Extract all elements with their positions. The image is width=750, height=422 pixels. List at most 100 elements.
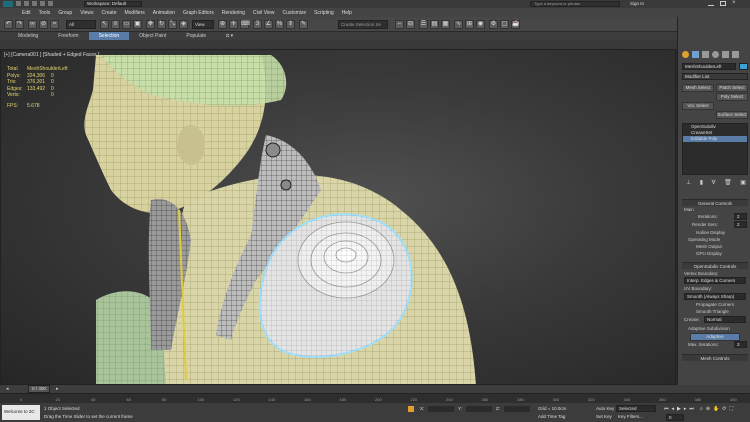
bind-space-warp-icon[interactable]: ≈ (50, 20, 59, 29)
maximize-icon[interactable] (720, 1, 726, 6)
maxscript-listener[interactable]: Welcome to 3C (2, 405, 40, 420)
curve-editor-icon[interactable]: ∿ (454, 20, 463, 29)
redo-icon[interactable] (48, 1, 53, 6)
key-filters-button[interactable]: Key Filters... (618, 414, 643, 419)
coord-x-field[interactable] (428, 406, 454, 412)
edit-named-selection-icon[interactable]: ✎ (299, 20, 308, 29)
menu-item-scripting[interactable]: Scripting (314, 10, 333, 16)
undo-icon[interactable] (40, 1, 45, 6)
modify-tab-icon[interactable] (692, 51, 699, 58)
time-slider-prev-icon[interactable]: ◂ (6, 386, 9, 392)
menu-item-tools[interactable]: Tools (39, 10, 51, 16)
pan-icon[interactable]: ✋ (713, 406, 719, 412)
search-input[interactable]: Type a keyword or phrase (530, 1, 620, 7)
ribbon-toggle-icon[interactable]: ▦ (441, 20, 450, 29)
render-iters-spinner[interactable]: 2 (734, 221, 747, 228)
scale-icon[interactable]: ⤡ (168, 20, 177, 29)
surface-select-button[interactable]: Surface Select (716, 111, 748, 119)
menu-item-create[interactable]: Create (101, 10, 116, 16)
vertex-boundary-dropdown[interactable]: Interp. Edges & Corners (684, 277, 746, 284)
remove-modifier-icon[interactable]: 🗑 (724, 180, 732, 187)
add-time-tag-button[interactable]: Add Time Tag (538, 414, 565, 419)
stack-item-editable-poly[interactable]: Editable Poly (683, 136, 747, 142)
render-production-icon[interactable]: ☕ (511, 20, 520, 29)
mirror-icon[interactable]: ⇔ (395, 20, 404, 29)
motion-tab-icon[interactable] (712, 51, 719, 58)
tab-selection[interactable]: Selection (88, 32, 130, 40)
vol-select-button[interactable]: Vol. Select (682, 102, 714, 110)
tab-modeling[interactable]: Modeling (8, 32, 48, 40)
time-slider[interactable]: ◂ 0 / 400 ▸ (0, 385, 750, 393)
percent-snap-icon[interactable]: % (275, 20, 284, 29)
track-bar[interactable]: 0 20 40 60 80 100 120 140 160 180 200 220 240 260 280 3… (0, 393, 750, 403)
menu-item-edit[interactable]: Edit (22, 10, 31, 16)
angle-snap-icon[interactable]: ∠ (264, 20, 273, 29)
configure-sets-icon[interactable]: ▣ (740, 180, 746, 187)
menu-item-animation[interactable]: Animation (153, 10, 175, 16)
general-controls-rollout[interactable]: General Controls (682, 199, 748, 206)
max-iterations-spinner[interactable]: 3 (734, 341, 747, 348)
lock-selection-icon[interactable] (408, 406, 414, 412)
previous-frame-icon[interactable]: ◂ (672, 406, 675, 412)
time-slider-next-icon[interactable]: ▸ (56, 386, 59, 392)
close-icon[interactable]: × (732, 0, 738, 6)
layer-explorer-icon[interactable]: ▤ (430, 20, 439, 29)
key-mode-dropdown[interactable]: Selected (616, 405, 656, 412)
modifier-list-dropdown[interactable]: Modifier List (682, 73, 748, 80)
next-frame-icon[interactable]: ▸ (684, 406, 687, 412)
align-icon[interactable]: ⊟ (406, 20, 415, 29)
app-logo-icon[interactable] (3, 1, 13, 7)
coord-y-field[interactable] (466, 406, 492, 412)
display-tab-icon[interactable] (722, 51, 729, 58)
redo-tool-icon[interactable]: ↷ (15, 20, 24, 29)
object-name-field[interactable]: MeshShoulderLeft (682, 63, 736, 70)
named-selection-dropdown[interactable]: Create Selection Se (338, 20, 388, 29)
menu-item-graph-editors[interactable]: Graph Editors (183, 10, 214, 16)
opensubdiv-controls-rollout[interactable]: OpenSubdiv Controls (682, 262, 748, 269)
crease-dropdown[interactable]: Normal (704, 316, 746, 323)
zoom-all-icon[interactable]: ⊕ (706, 406, 710, 412)
minimize-icon[interactable] (708, 1, 714, 6)
go-to-start-icon[interactable]: ⏮ (664, 406, 669, 412)
menu-item-rendering[interactable]: Rendering (222, 10, 245, 16)
orbit-icon[interactable]: ⟳ (722, 406, 726, 412)
coord-z-field[interactable] (504, 406, 530, 412)
play-icon[interactable]: ▶ (677, 406, 681, 412)
auto-key-button[interactable]: Auto Key (596, 406, 614, 411)
undo-tool-icon[interactable]: ↶ (4, 20, 13, 29)
set-key-button[interactable]: Set Key (596, 414, 612, 419)
mesh-output-radio[interactable]: Mesh Output (696, 244, 722, 249)
smooth-triangle-checkbox[interactable]: Smooth Triangle (696, 309, 729, 314)
save-icon[interactable] (32, 1, 37, 6)
maximize-viewport-icon[interactable]: ⛶ (729, 406, 733, 412)
show-end-result-icon[interactable]: ▮ (700, 180, 703, 187)
menu-item-group[interactable]: Group (58, 10, 72, 16)
viewport-label[interactable]: [+] [Camera001 ] [Shaded + Edged Faces ] (4, 52, 99, 58)
create-tab-icon[interactable] (682, 51, 689, 58)
selection-filter-dropdown[interactable]: All (66, 20, 96, 29)
adaptive-button[interactable]: Adaptive (690, 333, 740, 341)
open-icon[interactable] (24, 1, 29, 6)
new-icon[interactable] (16, 1, 21, 6)
mesh-controls-rollout[interactable]: Mesh Controls (682, 354, 748, 361)
rotate-icon[interactable]: ↻ (157, 20, 166, 29)
unlink-icon[interactable]: ⊘ (39, 20, 48, 29)
select-by-name-icon[interactable]: ≡ (111, 20, 120, 29)
tab-object-paint[interactable]: Object Paint (129, 32, 176, 40)
patch-select-button[interactable]: Patch Select (716, 84, 748, 92)
link-icon[interactable]: ∞ (28, 20, 37, 29)
gpu-display-radio[interactable]: GPU Display (696, 251, 722, 256)
object-color-swatch[interactable] (739, 63, 748, 70)
window-crossing-icon[interactable]: ▣ (133, 20, 142, 29)
place-icon[interactable]: ◈ (179, 20, 188, 29)
spinner-snap-icon[interactable]: ⇕ (286, 20, 295, 29)
render-setup-icon[interactable]: ⚙ (489, 20, 498, 29)
keyboard-shortcut-icon[interactable]: ⌨ (240, 20, 250, 29)
uv-boundary-dropdown[interactable]: Smooth (Always Sharp) (684, 293, 746, 300)
utilities-tab-icon[interactable] (732, 51, 739, 58)
camera-viewport[interactable]: [+] [Camera001 ] [Shaded + Edged Faces ]… (0, 49, 676, 385)
mesh-select-button[interactable]: Mesh Select (682, 84, 714, 92)
menu-item-customize[interactable]: Customize (283, 10, 307, 16)
workspace-dropdown[interactable]: Workspace: Default (84, 1, 142, 7)
rendered-frame-icon[interactable]: ▢ (500, 20, 509, 29)
